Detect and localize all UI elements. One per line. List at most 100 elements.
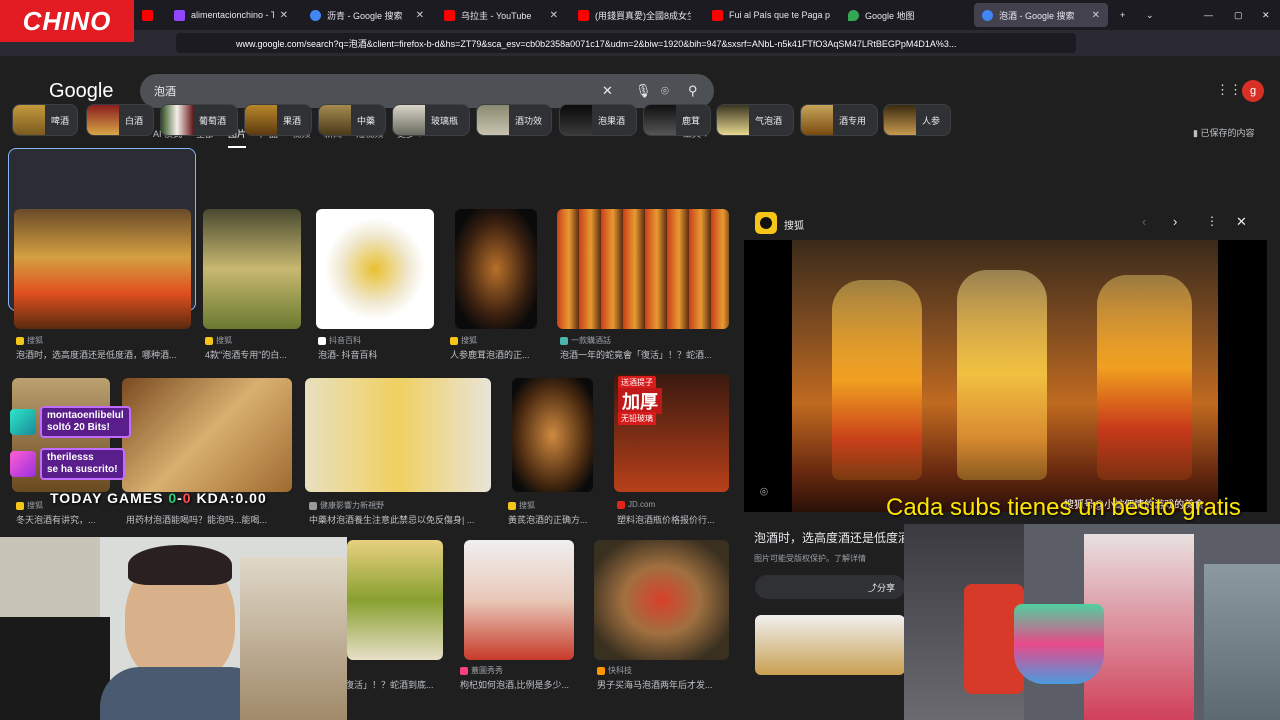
bottle-right [1097,275,1192,480]
result-caption-12[interactable]: 男子买海马泡酒两年后才发... [597,678,729,691]
chip-deer-antler[interactable]: 鹿茸 [643,104,711,136]
more-options-icon[interactable]: ⋮ [1206,214,1218,228]
result-image-12[interactable] [594,540,729,660]
tab-7-active[interactable]: 泡酒 - Google 搜索 ✕ [974,3,1108,27]
bits-gem-icon [10,409,36,435]
douyin-favicon [318,336,326,345]
site-favicon [309,501,317,510]
result-caption-1[interactable]: 4款"泡酒专用"的白... [205,348,301,361]
bits-alert: montaoenlibelul soltó 20 Bits! [10,406,131,438]
next-arrow-icon[interactable]: › [1173,214,1177,229]
result-source-7: 健康影響力新視野 [309,500,384,511]
copyright-note[interactable]: 图片可能受版权保护。了解详情 [754,553,866,564]
result-caption-5[interactable]: 冬天泡酒有讲究，... [16,513,112,526]
result-image-0[interactable] [14,209,191,329]
preview-photo [792,240,1218,512]
result-image-11[interactable] [464,540,574,660]
close-preview-icon[interactable]: ✕ [1236,214,1247,230]
chip-beer[interactable]: 啤酒 [12,104,78,136]
result-image-1[interactable] [203,209,301,329]
meitu-favicon [460,666,468,675]
result-image-4[interactable] [557,209,729,329]
search-icon[interactable]: ⚲ [688,83,698,99]
chip-effects[interactable]: 酒功效 [476,104,552,136]
chip-fruit-wine[interactable]: 果酒 [244,104,312,136]
chip-glass-bottle[interactable]: 玻璃瓶 [392,104,470,136]
chip-wine[interactable]: 葡萄酒 [160,104,238,136]
result-caption-7[interactable]: 中藥材泡酒養生注意此禁忌以免反傷身| ... [309,513,493,526]
tab-6[interactable]: Google 地图 [840,3,970,27]
result-caption-0[interactable]: 泡酒时，选高度酒还是低度酒，哪种酒... [16,348,192,361]
url-field[interactable]: www.google.com/search?q=泡酒&client=firefo… [176,33,1076,53]
chip-fruit-soak[interactable]: 泡果酒 [559,104,637,136]
prev-arrow-icon[interactable]: ‹ [1142,214,1146,229]
bottle-middle [957,270,1047,480]
lens-icon[interactable]: ⌾ [661,83,669,99]
tab-1[interactable]: alimentacionchino - Twitch✕ [166,3,296,27]
result-source-2: 抖音百科 [318,335,361,346]
chip-dedicated[interactable]: 酒专用 [800,104,878,136]
close-tab-icon[interactable]: ✕ [280,10,288,21]
chip-herbal[interactable]: 中藥 [318,104,386,136]
tab-0[interactable]: 主页 [134,3,164,27]
close-tab-icon[interactable]: ✕ [416,10,424,21]
share-button[interactable]: ⤴ 分享 [755,575,905,599]
maximize-icon[interactable]: ▢ [1226,3,1246,27]
related-image[interactable] [755,615,905,675]
result-caption-8[interactable]: 黃茋泡酒的正确方... [508,513,598,526]
preview-source[interactable]: 搜狐 [784,217,804,232]
microphone-icon[interactable]: 🎙︎ [635,83,652,99]
preview-caption[interactable]: 泡酒时，选高度酒还是低度酒 [754,529,910,546]
bottle-left [832,280,922,480]
tab-5[interactable]: Fui al País que te Paga p [704,3,838,27]
promo-badge-2: 无铅玻璃 [618,412,656,425]
preview-image[interactable]: ⌾ [744,240,1267,512]
result-caption-9[interactable]: 塑料泡酒瓶价格报价行... [617,513,729,526]
chip-sparkling[interactable]: 气泡酒 [716,104,794,136]
browser-tab-bar: 主页 alimentacionchino - Twitch✕ 沥青 - Goog… [0,0,1280,30]
result-caption-4[interactable]: 泡酒一年的蛇竟會「復活」！？蛇酒... [560,348,728,361]
close-tab-icon[interactable]: ✕ [550,10,558,21]
lens-search-icon[interactable]: ⌾ [760,484,768,500]
tab-list-icon[interactable]: ⌄ [1138,3,1158,27]
result-source-9: JD.com [617,500,655,509]
site-favicon [560,336,568,345]
new-tab-button[interactable]: + [1112,3,1132,27]
result-caption-11[interactable]: 枸杞如何泡酒,比例是多少... [460,678,576,691]
fridge [1204,564,1280,720]
minimize-icon[interactable]: — [1196,3,1216,27]
tab-2[interactable]: 沥青 - Google 搜索 ✕ [302,3,432,27]
chip-ginseng[interactable]: 人参 [883,104,951,136]
result-caption-3[interactable]: 人参鹿茸泡酒的正... [450,348,540,361]
result-image-7[interactable] [305,378,491,492]
sohu-logo-icon [755,212,777,234]
result-image-3[interactable] [455,209,537,329]
result-image-9[interactable]: 送酒提子 加厚 无铅玻璃 [614,374,729,492]
result-caption-10[interactable]: 復活」！？蛇酒到底... [345,678,443,691]
result-image-2[interactable] [316,209,434,329]
tab-3[interactable]: 乌拉圭 - YouTube ✕ [436,3,566,27]
chip-baijiu[interactable]: 白酒 [86,104,154,136]
close-window-icon[interactable]: ✕ [1254,3,1274,27]
result-image-8[interactable] [512,378,593,492]
maps-icon [848,9,859,21]
saved-content-button[interactable]: ▮ 已保存的内容 [1193,126,1254,139]
avatar[interactable]: g [1242,80,1264,102]
streamer-webcam [0,537,347,720]
kkj-favicon [597,666,605,675]
tab-4[interactable]: (用錢買真愛)全國8成女生 [570,3,700,27]
clear-icon[interactable]: ✕ [602,83,613,99]
youtube-icon [444,9,455,21]
result-caption-6[interactable]: 用药材泡酒能喝吗？能泡吗...能喝... [126,513,292,526]
google-logo[interactable]: Google [49,80,114,103]
result-source-12: 快科技 [597,665,632,676]
result-image-6[interactable] [122,378,292,492]
search-input[interactable]: 泡酒 [140,74,714,108]
result-image-10[interactable] [347,540,443,660]
gift-icon [10,451,36,477]
result-caption-2[interactable]: 泡酒- 抖音百科 [318,348,434,361]
streamer-hair [128,545,232,585]
sohu-favicon [450,336,458,345]
youtube-icon [578,9,589,21]
close-tab-icon[interactable]: ✕ [1092,10,1100,21]
